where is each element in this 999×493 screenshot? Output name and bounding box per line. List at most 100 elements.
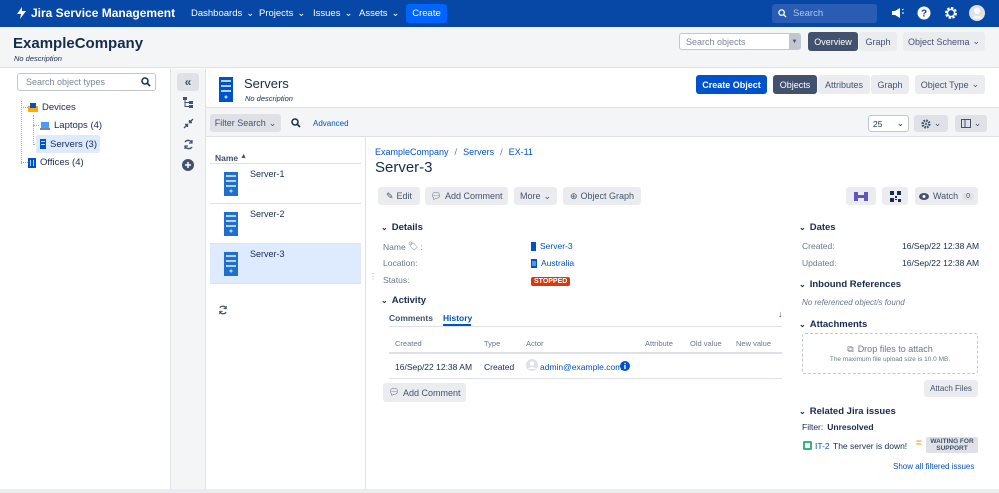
linked-objects-icon[interactable] bbox=[846, 187, 876, 205]
breadcrumb-key-link[interactable]: EX-11 bbox=[509, 147, 533, 157]
avatar[interactable] bbox=[969, 5, 985, 21]
settings-menu-button[interactable]: ⌄ bbox=[914, 115, 948, 132]
watch-button[interactable]: Watch 0 bbox=[915, 187, 978, 205]
menu-projects[interactable]: Projects ⌄ bbox=[259, 8, 305, 19]
eye-icon bbox=[918, 192, 929, 200]
tab-attributes[interactable]: Attributes bbox=[818, 75, 870, 94]
tree-item-offices[interactable]: Offices (4) bbox=[28, 157, 84, 168]
divider bbox=[365, 137, 366, 489]
breadcrumb-type-link[interactable]: Servers bbox=[463, 147, 494, 157]
filter-value[interactable]: Unresolved bbox=[827, 422, 873, 432]
tree-item-label: Servers (3) bbox=[50, 138, 97, 150]
search-object-types-input[interactable]: Search object types bbox=[17, 73, 156, 91]
schema-description: No description bbox=[14, 54, 62, 63]
tab-history[interactable]: History bbox=[443, 313, 472, 323]
tree-line bbox=[33, 125, 39, 126]
name-value-link[interactable]: Server-3 bbox=[531, 241, 573, 251]
chevron-down-icon: ⌄ bbox=[972, 36, 981, 46]
megaphone-icon[interactable] bbox=[890, 6, 904, 20]
search-objects-input[interactable]: Search objects ▼ bbox=[679, 33, 801, 50]
search-icon[interactable] bbox=[141, 77, 151, 87]
show-all-issues-link[interactable]: Show all filtered issues bbox=[893, 462, 974, 471]
refresh-icon[interactable] bbox=[183, 139, 194, 150]
server-type-icon bbox=[219, 77, 233, 102]
add-comment-bottom-button[interactable]: 💬︎ Add Comment bbox=[383, 383, 466, 402]
divider bbox=[389, 326, 782, 327]
server-icon bbox=[224, 252, 238, 276]
object-schema-button[interactable]: Object Schema ⌄ bbox=[903, 32, 985, 51]
issue-status-badge: WAITING FOR SUPPORT bbox=[926, 437, 978, 453]
resize-handle[interactable]: ⋮ bbox=[369, 272, 377, 281]
tree-item-laptops[interactable]: Laptops (4) bbox=[40, 120, 102, 131]
jira-issues-section-header[interactable]: ⌄ Related Jira issues bbox=[799, 406, 896, 417]
menu-label: Projects bbox=[259, 8, 294, 19]
details-section-header[interactable]: ⌄ Details bbox=[381, 222, 423, 233]
breadcrumb: ExampleCompany / Servers / EX-11 bbox=[375, 147, 533, 157]
horizontal-scrollbar[interactable] bbox=[0, 489, 999, 493]
actor-link[interactable]: admin@example.com bbox=[540, 362, 622, 372]
tree-toolbar: « bbox=[171, 69, 206, 489]
value-text: Server-3 bbox=[540, 241, 573, 251]
menu-dashboards[interactable]: Dashboards ⌄ bbox=[191, 8, 254, 19]
tree-item-servers[interactable]: Servers (3) bbox=[36, 135, 100, 153]
schema-header: ExampleCompany No description Search obj… bbox=[0, 27, 999, 68]
list-item-label: Server-2 bbox=[250, 209, 285, 219]
sort-arrow-icon[interactable]: ↓ bbox=[778, 309, 783, 319]
list-item[interactable]: Server-2 bbox=[210, 204, 361, 244]
info-icon[interactable] bbox=[620, 361, 630, 371]
page-size-select[interactable]: 25 ⌄ bbox=[868, 115, 909, 132]
help-icon[interactable]: ? bbox=[917, 6, 931, 20]
create-object-button[interactable]: Create Object bbox=[696, 75, 767, 94]
attach-files-button[interactable]: Attach Files bbox=[924, 380, 978, 397]
tab-type-graph[interactable]: Graph bbox=[871, 75, 909, 94]
collapse-all-icon[interactable] bbox=[183, 118, 194, 129]
refresh-icon[interactable] bbox=[218, 305, 228, 315]
add-icon[interactable] bbox=[182, 159, 194, 171]
object-type-button[interactable]: Object Type ⌄ bbox=[915, 75, 985, 94]
activity-section-header[interactable]: ⌄ Activity bbox=[381, 295, 426, 306]
gear-icon[interactable] bbox=[944, 6, 958, 20]
list-item-selected[interactable]: Server-3 bbox=[210, 244, 361, 284]
dates-section-header[interactable]: ⌄ Dates bbox=[799, 222, 836, 233]
tree-item-devices[interactable]: Devices bbox=[28, 102, 76, 113]
attachment-drop-zone[interactable]: ⧉ Drop files to attach The maximum file … bbox=[802, 333, 978, 374]
button-label: Object Graph bbox=[580, 191, 635, 201]
more-button[interactable]: More ⌄ bbox=[514, 187, 557, 205]
divider bbox=[389, 352, 782, 354]
column-actor: Actor bbox=[526, 339, 544, 348]
qr-code-icon[interactable] bbox=[882, 187, 908, 205]
inbound-section-header[interactable]: ⌄ Inbound References bbox=[799, 279, 901, 290]
object-graph-button[interactable]: ⊕ Object Graph bbox=[563, 187, 641, 205]
product-logo[interactable]: Jira Service Management bbox=[17, 6, 175, 20]
breadcrumb-schema-link[interactable]: ExampleCompany bbox=[375, 147, 449, 157]
location-value-link[interactable]: Australia bbox=[531, 258, 574, 268]
tab-objects[interactable]: Objects bbox=[773, 75, 817, 94]
search-icon[interactable] bbox=[291, 118, 301, 128]
menu-label: Dashboards bbox=[191, 8, 243, 19]
tab-overview[interactable]: Overview bbox=[808, 32, 858, 51]
top-navigation: Jira Service Management Dashboards ⌄ Proj… bbox=[0, 0, 999, 27]
chevron-down-icon: ⌄ bbox=[297, 8, 306, 19]
issue-key-link[interactable]: IT-2 bbox=[815, 441, 830, 451]
chevron-down-icon[interactable]: ▼ bbox=[789, 34, 800, 49]
tab-comments[interactable]: Comments bbox=[389, 313, 433, 323]
tab-graph[interactable]: Graph bbox=[859, 32, 897, 51]
attachments-section-header[interactable]: ⌄ Attachments bbox=[799, 319, 867, 330]
section-title: Activity bbox=[391, 295, 427, 306]
list-header[interactable]: Name ▲ bbox=[215, 153, 247, 163]
advanced-search-link[interactable]: Advanced bbox=[313, 119, 349, 128]
menu-issues[interactable]: Issues ⌄ bbox=[313, 8, 352, 19]
server-icon bbox=[40, 139, 46, 149]
chevron-down-icon: ⌄ bbox=[799, 223, 806, 232]
menu-assets[interactable]: Assets ⌄ bbox=[359, 8, 399, 19]
create-button[interactable]: Create bbox=[406, 4, 447, 23]
list-item[interactable]: Server-1 bbox=[210, 164, 361, 204]
collapse-panel-icon[interactable]: « bbox=[177, 73, 199, 91]
add-comment-button[interactable]: 💬︎ Add Comment bbox=[425, 187, 508, 205]
hierarchy-icon[interactable] bbox=[183, 97, 193, 108]
edit-button[interactable]: ✎ Edit bbox=[378, 187, 420, 205]
filter-search-button[interactable]: Filter Search ⌄ bbox=[210, 114, 281, 132]
global-search-input[interactable]: Search bbox=[772, 4, 877, 23]
chevron-down-icon: ⌄ bbox=[971, 79, 980, 89]
view-mode-button[interactable]: ⌄ bbox=[955, 115, 987, 132]
